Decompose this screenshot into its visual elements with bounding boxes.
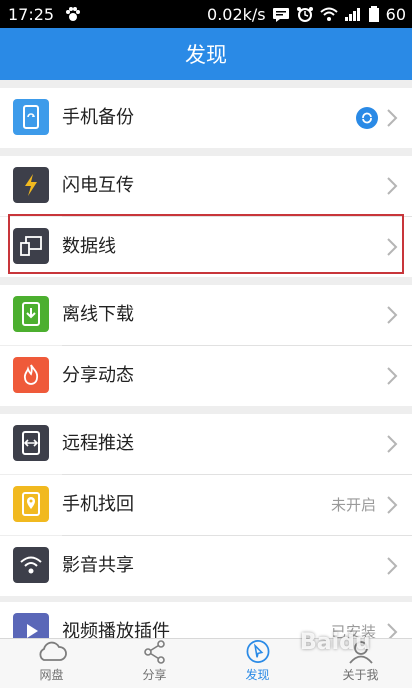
item-label: 远程推送 <box>62 433 134 454</box>
app-bar: 发现 <box>0 28 412 80</box>
battery-icon <box>368 6 379 22</box>
alarm-icon <box>296 7 313 22</box>
list-item-phone-backup[interactable]: 手机备份 <box>0 88 412 148</box>
list-item-share-feed[interactable]: 分享动态 <box>0 346 412 406</box>
cloud-icon <box>39 641 67 661</box>
signal-icon <box>344 8 360 21</box>
list-item-media-share[interactable]: 影音共享 <box>0 536 412 596</box>
item-label: 手机备份 <box>62 107 134 128</box>
tab-share[interactable]: 分享 <box>103 639 206 688</box>
compass-icon <box>246 640 269 663</box>
flame-icon <box>13 357 49 393</box>
status-bar: 17:25 0.02k/s 60 <box>0 0 412 28</box>
status-time: 17:25 <box>8 4 55 24</box>
sync-icon <box>356 107 378 129</box>
list-item-lightning-transfer[interactable]: 闪电互传 <box>0 156 412 216</box>
highlight-box <box>8 214 404 274</box>
chevron-right-icon <box>387 623 398 638</box>
wifi-icon <box>319 7 338 21</box>
battery-level: 60 <box>385 4 406 24</box>
item-label: 离线下载 <box>62 304 134 325</box>
item-label: 视频播放插件 <box>62 621 170 638</box>
tab-about-me[interactable]: 关于我 <box>309 639 412 688</box>
chevron-right-icon <box>387 177 398 195</box>
tab-label: 发现 <box>245 668 270 682</box>
list-item-video-plugin[interactable]: 视频播放插件 已安装 <box>0 602 412 638</box>
item-label: 闪电互传 <box>62 175 134 196</box>
chevron-right-icon <box>387 109 398 127</box>
discover-list: 手机备份 闪电互传 数据线 离线下载 分享动态 远程推送 手机找回 未开启 影音… <box>0 80 412 638</box>
video-plugin-icon <box>13 613 49 638</box>
chevron-right-icon <box>387 367 398 385</box>
offline-download-icon <box>13 296 49 332</box>
item-status: 已安装 <box>330 623 376 638</box>
lightning-icon <box>13 167 49 203</box>
tab-label: 关于我 <box>342 668 379 682</box>
tab-netdisk[interactable]: 网盘 <box>0 639 103 688</box>
share-icon <box>143 640 165 664</box>
network-speed: 0.02k/s <box>207 4 266 24</box>
remote-push-icon <box>13 425 49 461</box>
bottom-tab-bar: 网盘 分享 发现 关于我 <box>0 638 412 688</box>
phone-backup-icon <box>13 99 49 135</box>
chevron-right-icon <box>387 306 398 324</box>
page-title: 发现 <box>185 43 227 67</box>
item-label: 手机找回 <box>62 494 134 515</box>
item-label: 影音共享 <box>62 555 134 576</box>
item-label: 分享动态 <box>62 365 134 386</box>
chevron-right-icon <box>387 435 398 453</box>
list-item-remote-push[interactable]: 远程推送 <box>0 414 412 474</box>
tab-label: 分享 <box>142 668 167 682</box>
chevron-right-icon <box>387 557 398 575</box>
phone-find-icon <box>13 486 49 522</box>
list-item-find-phone[interactable]: 手机找回 未开启 <box>0 475 412 535</box>
paw-icon <box>66 7 81 21</box>
chevron-right-icon <box>387 496 398 514</box>
tab-discover[interactable]: 发现 <box>206 639 309 688</box>
tab-label: 网盘 <box>39 668 64 682</box>
list-item-offline-download[interactable]: 离线下载 <box>0 285 412 345</box>
wifi-share-icon <box>13 547 49 583</box>
item-status: 未开启 <box>330 496 376 514</box>
message-icon <box>272 8 289 22</box>
person-icon <box>348 641 373 664</box>
